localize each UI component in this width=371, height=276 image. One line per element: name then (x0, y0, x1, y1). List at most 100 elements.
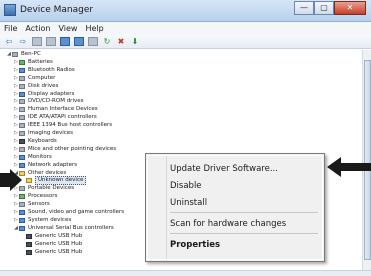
help-icon[interactable] (60, 37, 70, 46)
device-category-icon (19, 83, 25, 89)
tree-item[interactable]: ▷ Mice and other pointing devices (13, 146, 116, 153)
device-category-icon (19, 115, 25, 121)
device-category-icon (26, 233, 32, 239)
menu-item-update-driver[interactable]: Update Driver Software... (170, 164, 278, 174)
device-category-icon (26, 241, 32, 247)
device-category-icon (19, 210, 25, 215)
toolbar: ⇦ ⇨ ↻ ✖ ⬇ (0, 35, 371, 49)
menu-file[interactable]: File (4, 24, 17, 33)
context-menu: Update Driver Software... Disable Uninst… (145, 153, 325, 262)
tree-item[interactable]: ▷ IDE ATA/ATAPI controllers (13, 114, 97, 121)
tree-item[interactable]: ▷ Batteries (13, 59, 53, 66)
menu-help[interactable]: Help (85, 24, 103, 33)
uninstall-icon[interactable]: ✖ (116, 37, 126, 46)
device-category-icon (19, 75, 25, 81)
tree-item-label: Sound, video and game controllers (28, 209, 125, 215)
device-category-icon (19, 67, 25, 73)
title-bar: Device Manager — ▢ ✕ (0, 0, 371, 22)
tree-item-label: Network adapters (28, 161, 78, 168)
menu-item-disable[interactable]: Disable (170, 181, 202, 191)
device-category-icon (19, 217, 25, 223)
update-driver-icon[interactable]: ↻ (102, 37, 112, 46)
tree-item[interactable]: ▷ Sound, video and game controllers (13, 209, 124, 216)
tree-item[interactable]: ▷ Monitors (13, 154, 52, 161)
tree-item[interactable]: ▷ Display adapters (13, 91, 74, 98)
back-button[interactable]: ⇦ (4, 37, 14, 46)
tree-item[interactable]: ◢ Universal Serial Bus controllers (13, 225, 114, 232)
device-category-icon (19, 194, 25, 200)
menu-item-scan-hardware[interactable]: Scan for hardware changes (170, 219, 286, 229)
menu-item-uninstall[interactable]: Uninstall (170, 198, 207, 208)
menu-view[interactable]: View (58, 24, 77, 33)
tree-item-label: Generic USB Hub (35, 248, 83, 255)
tree-item-label: IEEE 1394 Bus host controllers (28, 122, 113, 129)
tree-item[interactable]: Generic USB Hub (20, 249, 82, 256)
tree-item-label: Keyboards (28, 137, 57, 144)
forward-button[interactable]: ⇨ (18, 37, 28, 46)
device-category-icon (19, 154, 25, 160)
close-button[interactable]: ✕ (334, 1, 366, 15)
menu-separator (170, 212, 318, 213)
device-category-icon (19, 146, 25, 152)
tree-item[interactable]: ▷ Disk drives (13, 83, 58, 90)
tree-item[interactable]: ▷ Computer (13, 75, 55, 82)
right-arrow-icon (327, 157, 371, 177)
tree-item[interactable]: ▷ System devices (13, 217, 71, 224)
tree-item-label: Imaging devices (28, 130, 74, 136)
tree-item[interactable]: ▷ Network adapters (13, 162, 77, 169)
menu-action[interactable]: Action (25, 24, 50, 33)
tree-item-label: Processors (28, 193, 58, 200)
tree-item[interactable]: ▷ Imaging devices (13, 130, 73, 137)
tree-item[interactable]: Generic USB Hub (20, 241, 82, 248)
left-arrow-icon (0, 169, 22, 191)
tree-item-label: DVD/CD-ROM drives (28, 98, 84, 105)
menu-item-properties[interactable]: Properties (170, 240, 220, 250)
device-category-icon (12, 52, 18, 57)
maximize-button[interactable]: ▢ (314, 1, 334, 15)
tree-item-label: Human Interface Devices (28, 106, 98, 113)
tree-item-label: Ben-PC (21, 51, 41, 57)
show-hide-console-tree-icon[interactable] (32, 37, 42, 46)
device-category-icon (19, 123, 25, 129)
status-bar (0, 270, 371, 276)
tree-item-label: Sensors (28, 201, 50, 208)
tree-item-label: Generic USB Hub (35, 232, 83, 239)
tree-item[interactable]: ▷ DVD/CD-ROM drives (13, 98, 83, 105)
tree-item-label: Computer (28, 74, 56, 81)
device-category-icon (26, 178, 32, 184)
tree-item-label: System devices (28, 216, 72, 223)
tree-item[interactable]: ◢ Ben-PC (6, 51, 41, 58)
tree-item[interactable]: Generic USB Hub (20, 233, 82, 240)
tree-item-label: Generic USB Hub (35, 240, 83, 247)
tree-item[interactable]: ▷ Processors (13, 193, 57, 200)
menu-separator (170, 233, 318, 234)
tree-item-label: IDE ATA/ATAPI controllers (28, 114, 97, 121)
properties-icon[interactable] (46, 37, 56, 46)
scan-hardware-icon[interactable] (88, 37, 98, 46)
tree-item[interactable]: ▷ Sensors (13, 201, 50, 208)
device-manager-icon (4, 4, 16, 16)
tree-item[interactable]: Unknown device (20, 176, 87, 186)
minimize-button[interactable]: — (294, 1, 314, 15)
tree-item-label: Monitors (28, 153, 52, 160)
tree-item-label: Universal Serial Bus controllers (28, 224, 114, 231)
device-category-icon (19, 107, 25, 113)
enable-device-icon[interactable]: ⬇ (130, 37, 140, 46)
device-category-icon (19, 202, 25, 208)
tree-item[interactable]: ▷ Portable Devices (13, 185, 74, 192)
tree-item-label: Display adapters (28, 90, 75, 97)
device-category-icon (19, 91, 25, 97)
device-category-icon (19, 59, 25, 65)
menu-bar: File Action View Help (0, 22, 371, 35)
device-category-icon (19, 99, 25, 105)
tree-item[interactable]: ▷ Human Interface Devices (13, 106, 98, 113)
device-category-icon (19, 225, 25, 231)
window-controls: — ▢ ✕ (294, 1, 366, 16)
monitor-icon[interactable] (74, 37, 84, 46)
tree-item[interactable]: ▷ IEEE 1394 Bus host controllers (13, 122, 112, 129)
tree-item[interactable]: ▷ Bluetooth Radios (13, 67, 75, 74)
tree-item[interactable]: ▷ Keyboards (13, 138, 57, 145)
tree-item-label: Disk drives (28, 82, 59, 89)
tree-item-label: Portable Devices (28, 185, 75, 192)
tree-item-label: Mice and other pointing devices (28, 145, 117, 152)
